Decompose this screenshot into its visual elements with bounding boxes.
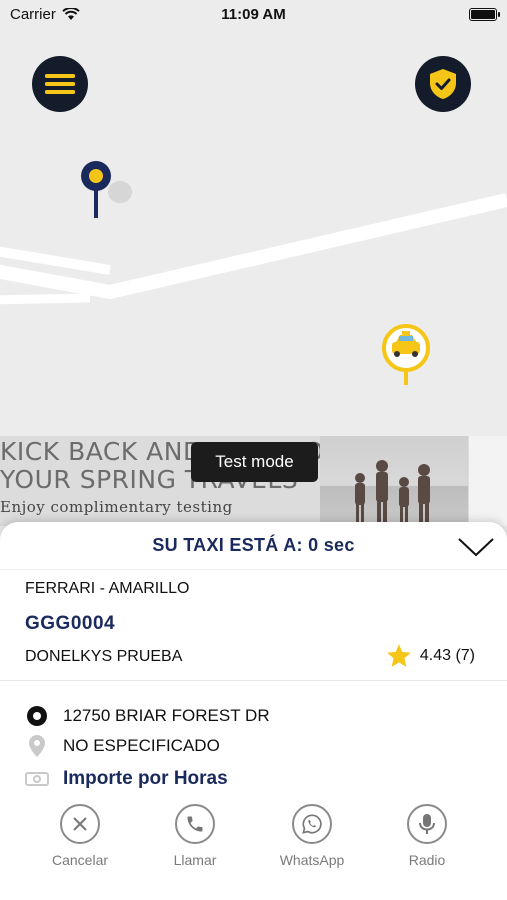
menu-button[interactable] bbox=[32, 56, 88, 112]
microphone-icon bbox=[419, 814, 435, 834]
pickup-row: 12750 BRIAR FOREST DR bbox=[25, 704, 270, 728]
status-bar: Carrier 11:09 AM bbox=[0, 0, 507, 28]
banner-subline: Enjoy complimentary testing bbox=[0, 498, 233, 516]
fare-type: Importe por Horas bbox=[63, 768, 228, 789]
cancel-button[interactable]: Cancelar bbox=[35, 804, 125, 868]
destination-address: NO ESPECIFICADO bbox=[63, 736, 220, 755]
radio-button[interactable]: Radio bbox=[382, 804, 472, 868]
driver-name: DONELKYS PRUEBA bbox=[25, 648, 183, 665]
cash-icon bbox=[25, 767, 49, 791]
shield-check-icon bbox=[430, 69, 456, 99]
close-icon bbox=[73, 817, 87, 831]
safety-button[interactable] bbox=[415, 56, 471, 112]
battery-icon bbox=[469, 7, 500, 21]
pickup-address: 12750 BRIAR FOREST DR bbox=[63, 706, 270, 725]
banner-photo bbox=[320, 436, 468, 526]
cancel-circle bbox=[60, 804, 100, 844]
call-circle bbox=[175, 804, 215, 844]
clock: 11:09 AM bbox=[221, 5, 286, 23]
vehicle-info: FERRARI - AMARILLO bbox=[25, 580, 190, 597]
radio-circle bbox=[407, 804, 447, 844]
eta-label: SU TAXI ESTÁ A: 0 sec bbox=[152, 535, 355, 555]
star-icon bbox=[386, 644, 411, 667]
whatsapp-circle bbox=[292, 804, 332, 844]
divider bbox=[0, 680, 507, 681]
phone-icon bbox=[187, 816, 203, 832]
test-mode-toast: Test mode bbox=[191, 442, 318, 482]
hamburger-icon bbox=[45, 74, 75, 94]
fare-row[interactable]: Importe por Horas bbox=[25, 767, 228, 791]
whatsapp-button[interactable]: WhatsApp bbox=[267, 804, 357, 868]
location-pin-icon bbox=[25, 734, 49, 758]
rating-value: 4.43 (7) bbox=[419, 646, 475, 664]
license-plate: GGG0004 bbox=[25, 613, 116, 634]
call-label: Llamar bbox=[173, 852, 217, 868]
trip-sheet: SU TAXI ESTÁ A: 0 sec FERRARI - AMARILLO… bbox=[0, 522, 507, 900]
whatsapp-label: WhatsApp bbox=[279, 852, 345, 868]
call-button[interactable]: Llamar bbox=[150, 804, 240, 868]
taxi-marker-icon bbox=[382, 324, 430, 385]
cancel-label: Cancelar bbox=[51, 852, 109, 868]
pickup-pin-icon bbox=[81, 161, 132, 218]
sheet-header: SU TAXI ESTÁ A: 0 sec bbox=[0, 522, 507, 570]
whatsapp-icon bbox=[302, 814, 322, 834]
driver-rating: 4.43 (7) bbox=[386, 643, 475, 668]
chevron-down-icon[interactable] bbox=[457, 536, 495, 558]
banner-adchoices bbox=[468, 436, 507, 526]
pickup-dot-icon bbox=[25, 704, 49, 728]
radio-label: Radio bbox=[408, 852, 446, 868]
destination-row: NO ESPECIFICADO bbox=[25, 734, 220, 758]
